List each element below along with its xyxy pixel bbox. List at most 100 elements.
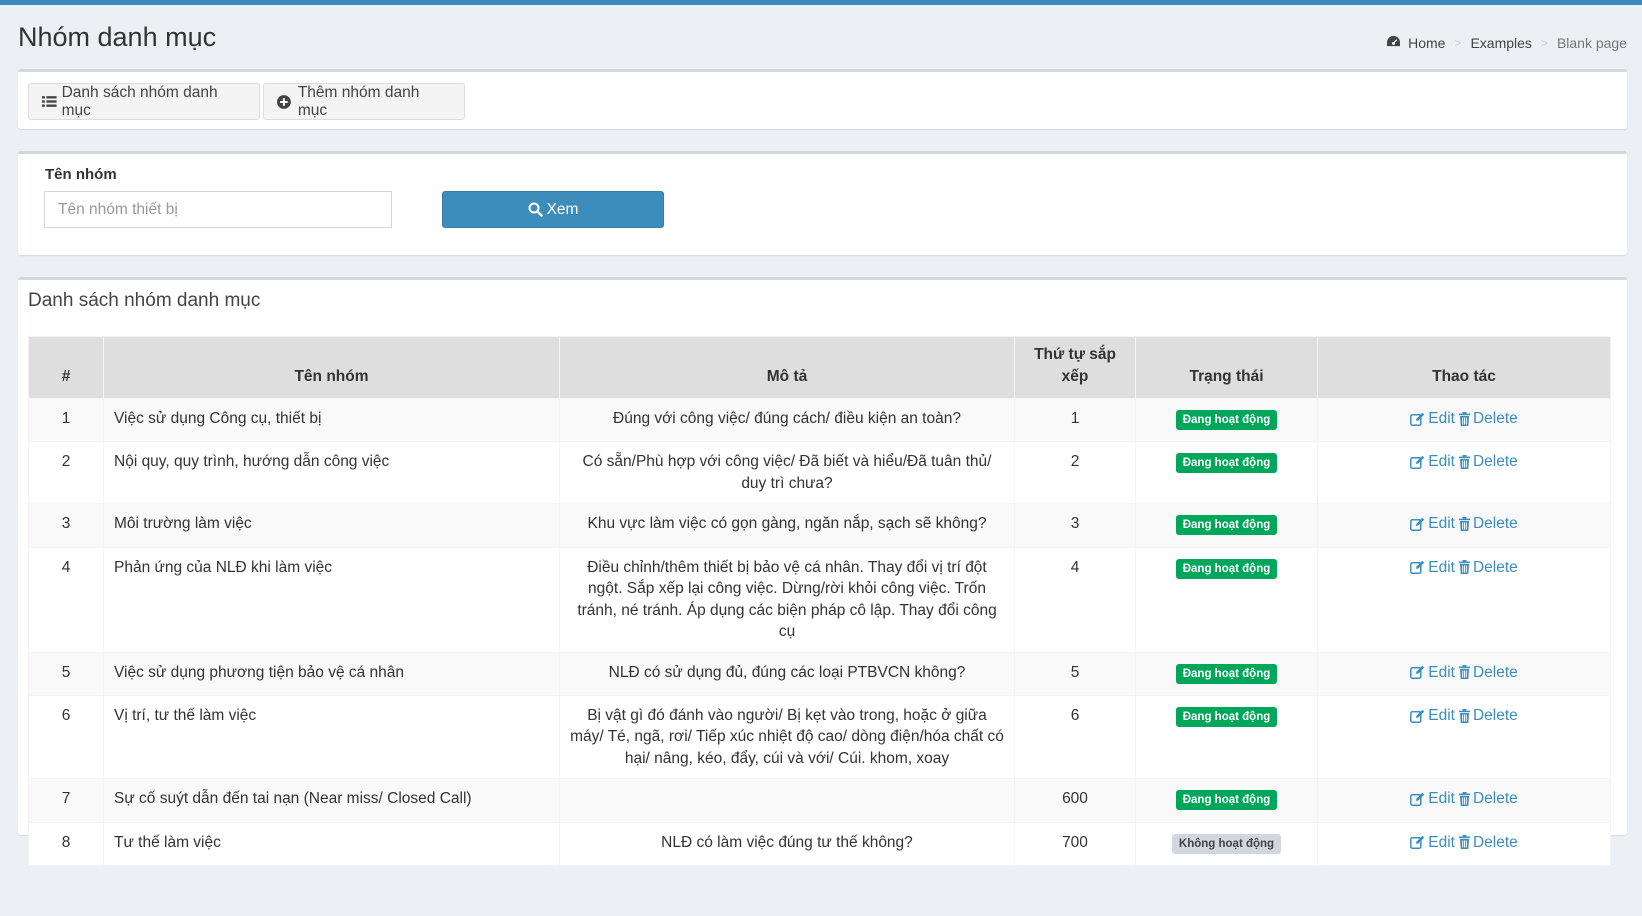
- trash-icon: [1458, 835, 1470, 850]
- content-header: Nhóm danh mục Home > Examples > Blank pa…: [18, 5, 1627, 67]
- row-group-name: Phản ứng của NLĐ khi làm việc: [103, 546, 560, 653]
- table-row: 7 Sự cố suýt dẫn đến tai nạn (Near miss/ …: [28, 778, 1611, 823]
- row-sort-order: 5: [1014, 651, 1136, 696]
- breadcrumb-separator: >: [1454, 36, 1462, 50]
- delete-link[interactable]: Delete: [1458, 513, 1518, 535]
- column-header: #: [28, 336, 104, 399]
- row-index: 4: [28, 546, 104, 653]
- row-index: 5: [28, 651, 104, 696]
- column-header: Tên nhóm: [103, 336, 560, 399]
- edit-link[interactable]: Edit: [1410, 832, 1455, 854]
- row-status-cell: Đang hoạt động: [1135, 778, 1318, 823]
- row-group-name: Sự cố suýt dẫn đến tai nạn (Near miss/ C…: [103, 778, 560, 823]
- column-header: Thao tác: [1317, 336, 1611, 399]
- table-row: 4 Phản ứng của NLĐ khi làm việc Điều chỉnh…: [28, 546, 1611, 653]
- edit-label: Edit: [1428, 558, 1455, 576]
- status-badge: Không hoạt động: [1171, 833, 1282, 854]
- edit-label: Edit: [1428, 706, 1455, 724]
- content-wrapper: Nhóm danh mục Home > Examples > Blank pa…: [18, 5, 1627, 866]
- trash-icon: [1458, 665, 1470, 680]
- table-header-row: # Tên nhóm Mô tả Thứ tự sắp xếp Trạng th…: [28, 336, 1611, 399]
- row-actions: Edit Delete: [1317, 651, 1611, 696]
- status-badge: Đang hoạt động: [1175, 515, 1278, 536]
- row-sort-order: 4: [1014, 546, 1136, 653]
- filter-box: Tên nhóm Xem: [18, 151, 1627, 255]
- column-header: Thứ tự sắp xếp: [1014, 336, 1136, 399]
- delete-link[interactable]: Delete: [1458, 662, 1518, 684]
- table-row: 6 Vị trí, tư thế làm việc Bị vật gì đó đán…: [28, 694, 1611, 780]
- list-icon: [42, 96, 57, 107]
- breadcrumb-current: Blank page: [1556, 35, 1627, 51]
- edit-link[interactable]: Edit: [1410, 557, 1455, 579]
- row-sort-order: 600: [1014, 778, 1136, 823]
- table-row: 8 Tư thế làm việc NLĐ có làm việc đúng tư …: [28, 821, 1611, 866]
- status-badge: Đang hoạt động: [1175, 663, 1278, 684]
- breadcrumb-examples[interactable]: Examples: [1470, 35, 1531, 51]
- trash-icon: [1458, 517, 1470, 531]
- edit-link[interactable]: Edit: [1410, 705, 1455, 727]
- row-group-name: Tư thế làm việc: [103, 821, 560, 866]
- edit-link[interactable]: Edit: [1410, 662, 1455, 684]
- trash-icon: [1458, 411, 1470, 426]
- row-group-name: Môi trường làm việc: [103, 503, 560, 548]
- view-button-label: Xem: [546, 200, 579, 218]
- delete-label: Delete: [1472, 663, 1518, 681]
- row-group-name: Vị trí, tư thế làm việc: [103, 694, 560, 780]
- group-name-input[interactable]: [44, 191, 392, 228]
- table-row: 3 Môi trường làm việc Khu vực làm việc có …: [28, 503, 1611, 548]
- delete-label: Delete: [1472, 706, 1518, 724]
- add-category-button[interactable]: Thêm nhóm danh mục: [263, 83, 465, 120]
- row-actions: Edit Delete: [1317, 778, 1611, 823]
- row-status-cell: Không hoạt động: [1135, 821, 1318, 866]
- row-sort-order: 3: [1014, 503, 1136, 548]
- edit-icon: [1410, 412, 1425, 426]
- row-description: Bị vật gì đó đánh vào người/ Bị kẹt vào …: [559, 694, 1015, 780]
- delete-link[interactable]: Delete: [1458, 408, 1518, 430]
- row-status-cell: Đang hoạt động: [1135, 441, 1318, 505]
- row-description: Có sẵn/Phù hợp với công việc/ Đã biết và…: [559, 441, 1015, 505]
- dashboard-icon: [1386, 35, 1401, 51]
- delete-link[interactable]: Delete: [1458, 832, 1518, 854]
- row-status-cell: Đang hoạt động: [1135, 503, 1318, 548]
- delete-link[interactable]: Delete: [1458, 557, 1518, 579]
- column-header: Trạng thái: [1135, 336, 1318, 399]
- row-status-cell: Đang hoạt động: [1135, 546, 1318, 653]
- edit-link[interactable]: Edit: [1410, 408, 1455, 430]
- row-status-cell: Đang hoạt động: [1135, 397, 1318, 443]
- row-index: 1: [28, 397, 104, 443]
- edit-link[interactable]: Edit: [1410, 788, 1455, 810]
- edit-icon: [1410, 561, 1425, 575]
- delete-link[interactable]: Delete: [1458, 705, 1518, 727]
- edit-icon: [1410, 666, 1425, 680]
- delete-label: Delete: [1472, 453, 1518, 471]
- row-status-cell: Đang hoạt động: [1135, 694, 1318, 780]
- row-status-cell: Đang hoạt động: [1135, 651, 1318, 696]
- row-group-name: Nội quy, quy trình, hướng dẫn công việc: [103, 441, 560, 505]
- edit-icon: [1410, 792, 1425, 806]
- row-actions: Edit Delete: [1317, 397, 1611, 443]
- row-actions: Edit Delete: [1317, 503, 1611, 548]
- status-badge: Đang hoạt động: [1175, 453, 1278, 474]
- row-index: 8: [28, 821, 104, 866]
- status-badge: Đang hoạt động: [1175, 410, 1278, 430]
- edit-icon: [1410, 455, 1425, 469]
- edit-link[interactable]: Edit: [1410, 513, 1455, 535]
- breadcrumb-home[interactable]: Home: [1408, 35, 1445, 51]
- delete-label: Delete: [1472, 558, 1518, 576]
- list-categories-button[interactable]: Danh sách nhóm danh mục: [28, 83, 260, 120]
- delete-link[interactable]: Delete: [1458, 451, 1518, 473]
- table-row: 2 Nội quy, quy trình, hướng dẫn công việc…: [28, 441, 1611, 505]
- edit-link[interactable]: Edit: [1410, 451, 1455, 473]
- delete-label: Delete: [1472, 410, 1518, 427]
- view-button[interactable]: Xem: [442, 191, 664, 228]
- list-title: Danh sách nhóm danh mục: [28, 290, 261, 311]
- row-actions: Edit Delete: [1317, 441, 1611, 505]
- add-category-label: Thêm nhóm danh mục: [297, 83, 420, 119]
- row-index: 6: [28, 694, 104, 780]
- row-description: Đúng với công việc/ đúng cách/ điều kiện…: [559, 397, 1015, 443]
- edit-label: Edit: [1428, 833, 1455, 851]
- delete-link[interactable]: Delete: [1458, 788, 1518, 810]
- status-badge: Đang hoạt động: [1175, 790, 1278, 811]
- edit-label: Edit: [1428, 410, 1455, 427]
- table-row: 1 Việc sử dụng Công cụ, thiết bị Đúng với …: [28, 397, 1611, 443]
